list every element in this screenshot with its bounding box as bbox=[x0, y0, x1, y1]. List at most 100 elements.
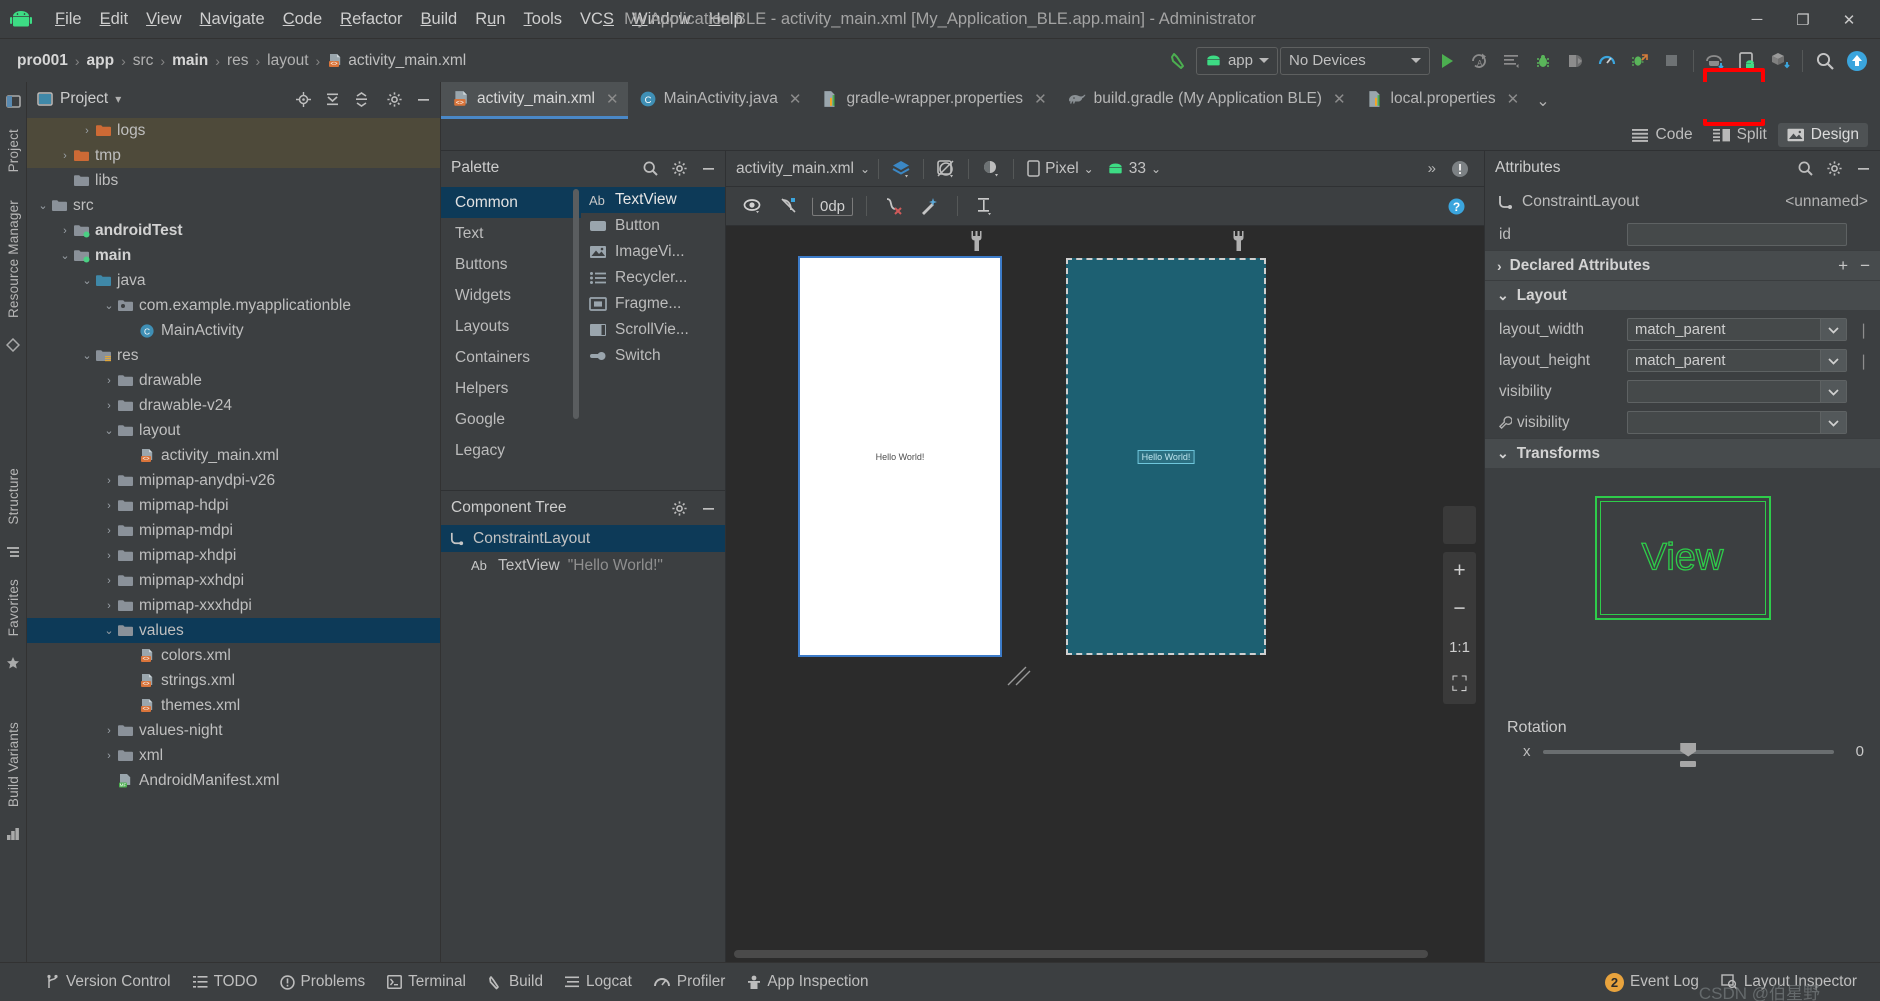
project-rail-icon[interactable] bbox=[5, 94, 21, 109]
chevron-right-icon[interactable]: › bbox=[101, 723, 117, 739]
resource-manager-rail-icon[interactable] bbox=[6, 338, 20, 353]
section-declared-attributes[interactable]: › Declared Attributes + − bbox=[1485, 250, 1880, 280]
rail-label-build-variants[interactable]: Build Variants bbox=[6, 722, 21, 807]
breadcrumb-item-main[interactable]: main bbox=[169, 51, 211, 71]
maximize-button[interactable]: ❐ bbox=[1780, 1, 1826, 39]
status-bar-item-version-control[interactable]: Version Control bbox=[34, 969, 182, 995]
menu-item-refactor[interactable]: Refactor bbox=[331, 8, 411, 31]
breadcrumb-item-layout[interactable]: layout bbox=[264, 51, 311, 71]
collapse-all-icon[interactable] bbox=[350, 88, 372, 110]
menu-item-view[interactable]: View bbox=[137, 8, 190, 31]
id-input[interactable] bbox=[1627, 223, 1847, 246]
chevron-down-icon[interactable]: ⌄ bbox=[57, 248, 73, 264]
status-bar-item-terminal[interactable]: Terminal bbox=[376, 969, 477, 995]
status-bar-item-app-inspection[interactable]: App Inspection bbox=[736, 969, 879, 995]
rotation-x-slider[interactable] bbox=[1542, 742, 1834, 757]
breadcrumb-item-activity-main-xml[interactable]: <> activity_main.xml bbox=[324, 51, 469, 71]
design-canvas[interactable]: Hello World! Hello World! + − 1:1 ⛶ bbox=[726, 226, 1484, 962]
chevron-down-icon[interactable]: ⌄ bbox=[101, 298, 117, 314]
search-icon[interactable] bbox=[639, 157, 661, 179]
menu-item-file[interactable]: File bbox=[46, 8, 91, 31]
tree-item-tmp[interactable]: › tmp bbox=[27, 143, 440, 168]
tree-item-logs[interactable]: › logs bbox=[27, 118, 440, 143]
status-bar-item-logcat[interactable]: Logcat bbox=[554, 969, 643, 995]
zoom-out-button[interactable]: − bbox=[1443, 590, 1476, 628]
tree-item-themes-xml[interactable]: <> themes.xml bbox=[27, 693, 440, 718]
tree-item-mipmap-xhdpi[interactable]: › mipmap-xhdpi bbox=[27, 543, 440, 568]
canvas-horizontal-scrollbar[interactable] bbox=[734, 950, 1428, 958]
view-mode-code[interactable]: Code bbox=[1623, 123, 1702, 147]
chevron-down-icon[interactable]: ⌄ bbox=[101, 423, 117, 439]
hide-icon[interactable] bbox=[412, 88, 434, 110]
palette-item-imagevi---[interactable]: ImageVi... bbox=[581, 239, 725, 265]
margin-icon[interactable] bbox=[971, 193, 999, 219]
status-bar-item-todo[interactable]: TODO bbox=[182, 969, 269, 995]
slider-thumb[interactable] bbox=[1680, 742, 1697, 757]
eye-icon[interactable] bbox=[740, 193, 768, 219]
palette-category-widgets[interactable]: Widgets bbox=[441, 280, 581, 311]
add-attribute-button[interactable]: + bbox=[1838, 256, 1848, 276]
rail-label-project[interactable]: Project bbox=[6, 129, 21, 172]
tree-item-colors-xml[interactable]: <> colors.xml bbox=[27, 643, 440, 668]
rail-label-resource-manager[interactable]: Resource Manager bbox=[6, 200, 21, 318]
minimize-button[interactable]: ─ bbox=[1734, 1, 1780, 39]
expand-all-icon[interactable] bbox=[321, 88, 343, 110]
sdk-manager-icon[interactable] bbox=[1765, 46, 1795, 76]
settings-icon[interactable] bbox=[668, 157, 690, 179]
make-project-icon[interactable] bbox=[1164, 46, 1194, 76]
no-constraints-icon[interactable] bbox=[776, 193, 804, 219]
zoom-in-button[interactable]: + bbox=[1443, 552, 1476, 590]
menu-item-window[interactable]: Window bbox=[623, 8, 700, 31]
palette-item-textview[interactable]: Ab TextView bbox=[581, 187, 725, 213]
default-margin-value[interactable]: 0dp bbox=[812, 196, 854, 216]
close-button[interactable]: ✕ bbox=[1826, 1, 1872, 39]
chevron-right-icon[interactable]: › bbox=[101, 373, 117, 389]
hide-icon[interactable] bbox=[697, 497, 719, 519]
resize-handle[interactable] bbox=[1006, 661, 1032, 687]
chevron-down-icon[interactable] bbox=[1820, 381, 1846, 402]
settings-icon[interactable] bbox=[1823, 157, 1845, 179]
tree-item-drawable-v24[interactable]: › drawable-v24 bbox=[27, 393, 440, 418]
debug-icon[interactable] bbox=[1528, 46, 1558, 76]
menu-item-build[interactable]: Build bbox=[412, 8, 467, 31]
device-manager-icon[interactable] bbox=[1733, 46, 1763, 76]
tree-item-libs[interactable]: libs bbox=[27, 168, 440, 193]
chevron-right-icon[interactable]: › bbox=[79, 123, 95, 139]
project-tree[interactable]: › logs › tmp libs ⌄ src › androidTest ⌄ main ⌄ java ⌄… bbox=[27, 116, 440, 962]
palette-categories[interactable]: Common Text Buttons Widgets Layouts Container… bbox=[441, 185, 581, 490]
palette-category-text[interactable]: Text bbox=[441, 218, 581, 249]
settings-icon[interactable] bbox=[383, 88, 405, 110]
breadcrumb-item-src[interactable]: src bbox=[130, 51, 157, 71]
toolbar-overflow-button[interactable]: » bbox=[1428, 160, 1436, 177]
menu-item-tools[interactable]: Tools bbox=[515, 8, 572, 31]
palette-category-layouts[interactable]: Layouts bbox=[441, 311, 581, 342]
zoom-fit-button[interactable]: ⛶ bbox=[1443, 666, 1476, 704]
section-layout[interactable]: ⌄ Layout bbox=[1485, 280, 1880, 310]
menu-item-navigate[interactable]: Navigate bbox=[191, 8, 274, 31]
chevron-right-icon[interactable]: › bbox=[101, 498, 117, 514]
avd-manager-icon[interactable] bbox=[1701, 46, 1731, 76]
pan-tool-box[interactable] bbox=[1443, 506, 1476, 544]
attribute-select-layout_width[interactable]: match_parent bbox=[1627, 318, 1847, 341]
tree-item-src[interactable]: ⌄ src bbox=[27, 193, 440, 218]
blueprint-preview-config-icon[interactable] bbox=[1230, 230, 1247, 252]
editor-tab-activity-main-xml[interactable]: <> activity_main.xml ✕ bbox=[441, 82, 628, 119]
search-icon[interactable] bbox=[1810, 46, 1840, 76]
tree-item-values[interactable]: ⌄ values bbox=[27, 618, 440, 643]
tree-item-androidtest[interactable]: › androidTest bbox=[27, 218, 440, 243]
palette-item-button[interactable]: Button bbox=[581, 213, 725, 239]
chevron-down-icon[interactable]: ⌄ bbox=[35, 198, 51, 214]
menu-item-edit[interactable]: Edit bbox=[91, 8, 137, 31]
blueprint-preview-device[interactable]: Hello World! bbox=[1066, 258, 1266, 655]
chevron-down-icon[interactable] bbox=[1820, 412, 1846, 433]
module-selector[interactable]: app bbox=[1195, 46, 1278, 75]
tree-item-layout[interactable]: ⌄ layout bbox=[27, 418, 440, 443]
tree-item-java[interactable]: ⌄ java bbox=[27, 268, 440, 293]
tree-item-mipmap-hdpi[interactable]: › mipmap-hdpi bbox=[27, 493, 440, 518]
remove-attribute-button[interactable]: − bbox=[1860, 256, 1870, 276]
chevron-right-icon[interactable]: › bbox=[101, 598, 117, 614]
editor-tab-local-properties[interactable]: local.properties ✕ bbox=[1355, 82, 1529, 119]
palette-category-containers[interactable]: Containers bbox=[441, 342, 581, 373]
tree-item-strings-xml[interactable]: <> strings.xml bbox=[27, 668, 440, 693]
chevron-right-icon[interactable]: › bbox=[57, 223, 73, 239]
